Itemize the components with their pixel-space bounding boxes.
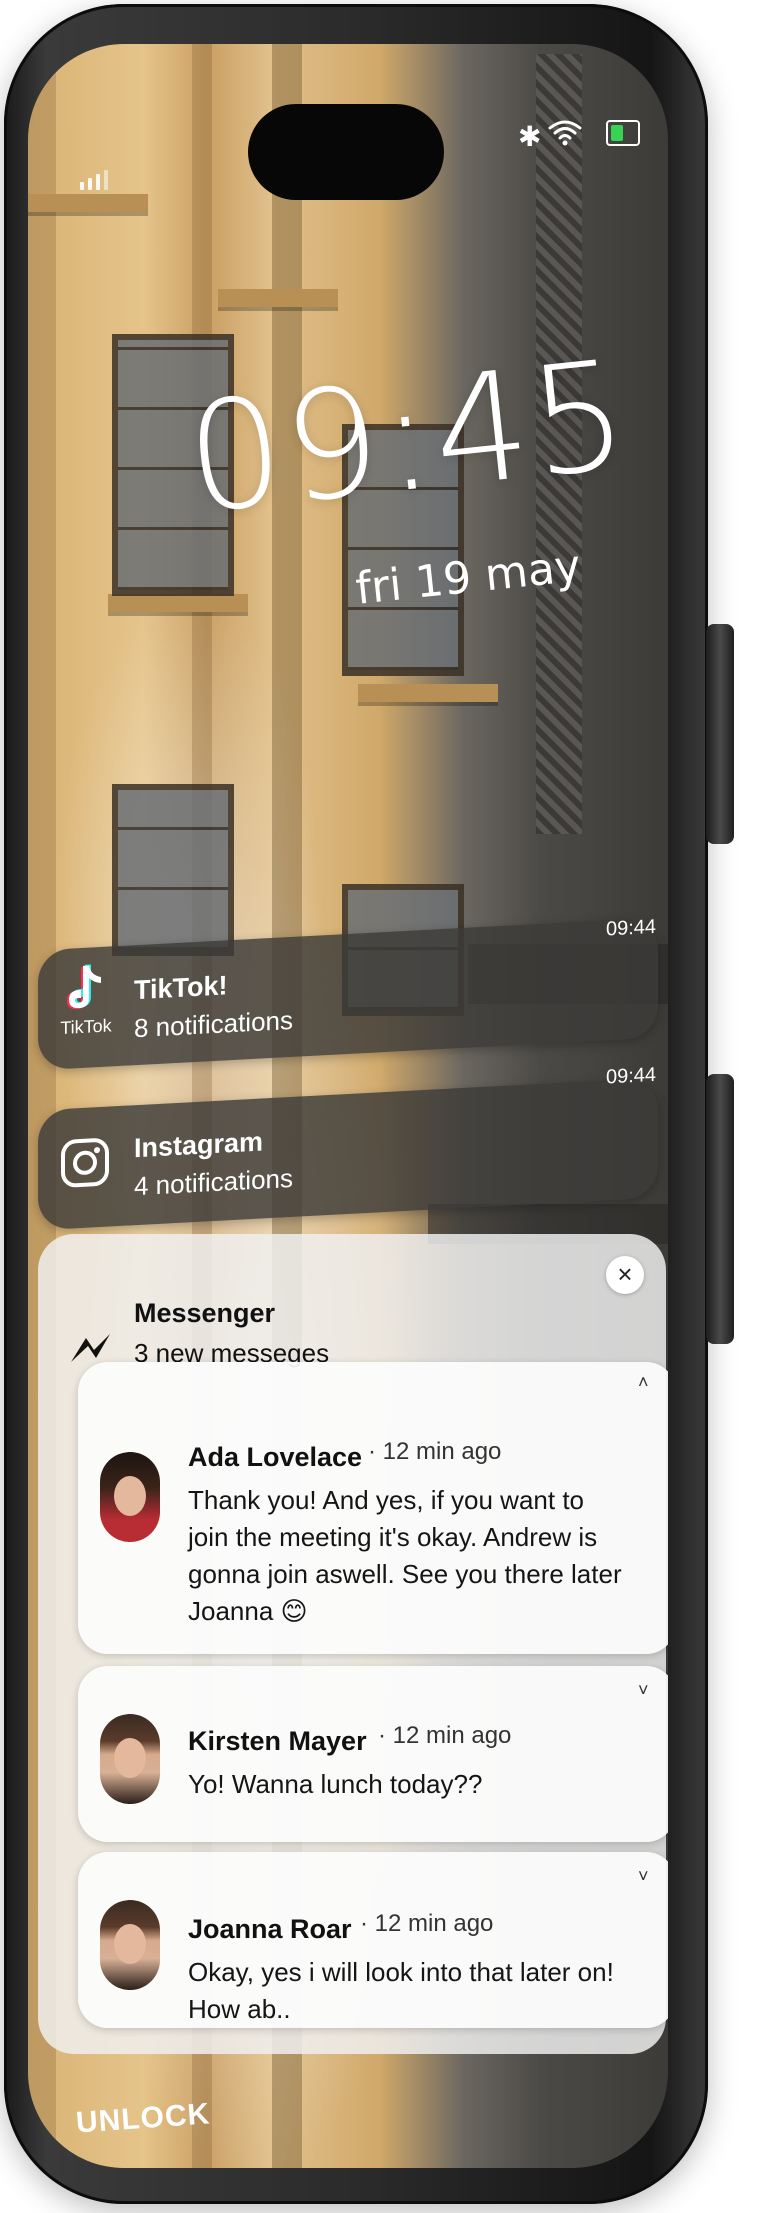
tiktok-icon-label: TikTok (60, 1015, 112, 1039)
chevron-down-icon[interactable]: ˅ (638, 1866, 649, 1887)
message-card[interactable]: ˄ Ada Lovelace · 12 min ago Thank you! A… (78, 1362, 668, 1654)
notification-time: 09:44 (606, 915, 657, 941)
message-text: Okay, yes i will look into that later on… (188, 1957, 614, 2024)
action-button (706, 624, 734, 844)
instagram-icon (60, 1136, 110, 1194)
tiktok-icon: TikTok (54, 960, 118, 1039)
cell-signal-icon (80, 170, 108, 190)
message-sender: Ada Lovelace (188, 1442, 363, 1472)
message-sender: Kirsten Mayer (188, 1726, 367, 1756)
unlock-button[interactable]: UNLOCK (75, 2097, 211, 2140)
phone-frame: ✱ 09:45 fri 19 may 09:44 TikTok TikTok! … (4, 4, 734, 2204)
battery-icon (606, 120, 640, 146)
avatar (100, 1900, 160, 1990)
message-time: · 12 min ago (368, 1438, 502, 1465)
chevron-up-icon[interactable]: ˄ (638, 1372, 649, 1393)
wifi-icon (548, 118, 582, 151)
avatar (100, 1452, 160, 1542)
notification-app-name: TikTok! (134, 970, 228, 1006)
message-sender: Joanna Roar (188, 1914, 352, 1944)
notification-summary: 4 notifications (134, 1162, 293, 1202)
message-text: Yo! Wanna lunch today?? (188, 1769, 483, 1799)
power-button (706, 1074, 734, 1344)
avatar (100, 1714, 160, 1804)
close-icon[interactable]: × (606, 1256, 644, 1294)
message-time: · 12 min ago (360, 1910, 494, 1937)
notification-app-name: Instagram (134, 1126, 264, 1164)
notification-summary: 8 notifications (134, 1004, 293, 1044)
notification-app-name: Messenger (134, 1298, 276, 1328)
lock-screen: ✱ 09:45 fri 19 may 09:44 TikTok TikTok! … (28, 44, 668, 2168)
message-card[interactable]: ˅ Joanna Roar · 12 min ago Okay, yes i w… (78, 1852, 668, 2028)
chevron-down-icon[interactable]: ˅ (638, 1680, 649, 1701)
bluetooth-icon: ✱ (518, 120, 542, 153)
message-text: Thank you! And yes, if you want to join … (188, 1485, 622, 1626)
message-time: · 12 min ago (378, 1722, 512, 1749)
notification-time: 09:44 (606, 1063, 657, 1089)
dynamic-island (248, 104, 444, 200)
message-card[interactable]: ˅ Kirsten Mayer · 12 min ago Yo! Wanna l… (78, 1666, 668, 1842)
